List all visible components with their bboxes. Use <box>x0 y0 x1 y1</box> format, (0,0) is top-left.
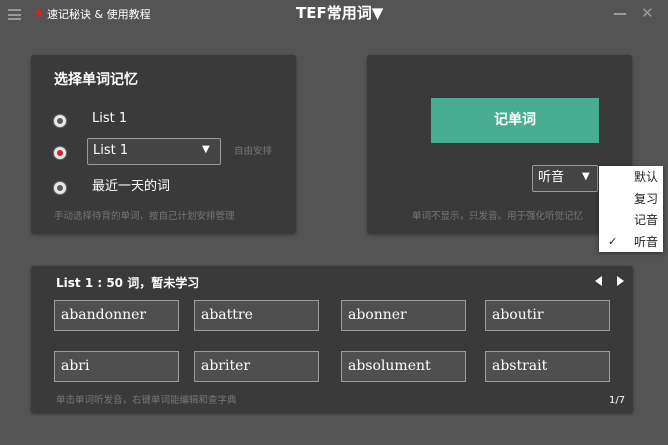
mode-dropdown-menu: 默认 复习 记音 ✓ 听音 <box>599 166 663 252</box>
memorize-panel: 记单词 听音 ▼ 单词不显示，只发音。用于强化听觉记忆 <box>367 55 632 234</box>
select-words-panel: 选择单词记忆 List 1 List 1 ▼ 自由安排 最近一天的词 手动选择待… <box>31 55 296 234</box>
word-card[interactable]: aboutir <box>485 300 610 331</box>
radio-list1-label: List 1 <box>92 111 128 126</box>
free-arrange-link[interactable]: 自由安排 <box>234 146 272 158</box>
dropdown-item-label: 复习 <box>633 192 658 206</box>
chevron-down-icon: ▼ <box>202 144 210 155</box>
title-bar: ★ 速记秘诀 & 使用教程 TEF常用词▼ ✕ <box>0 0 668 30</box>
dropdown-item-default[interactable]: 默认 <box>599 166 663 188</box>
word-card[interactable]: abandonner <box>54 300 179 331</box>
dropdown-item-label: 记音 <box>633 213 658 227</box>
memorize-panel-hint: 单词不显示，只发音。用于强化听觉记忆 <box>412 211 584 222</box>
word-card[interactable]: abri <box>54 351 179 382</box>
radio-recent-day[interactable] <box>53 181 67 195</box>
word-list-title: List 1 : 50 词，暂未学习 <box>56 276 200 290</box>
dropdown-item-listen[interactable]: ✓ 听音 <box>599 231 663 253</box>
word-list-hint: 单击单词听发音，右键单词能编辑和查字典 <box>56 395 237 406</box>
close-icon[interactable]: ✕ <box>641 6 654 21</box>
check-icon: ✓ <box>608 235 618 248</box>
word-list-panel: List 1 : 50 词，暂未学习 abandonner abattre ab… <box>31 266 633 413</box>
word-card[interactable]: abattre <box>194 300 319 331</box>
star-icon: ★ <box>33 6 45 21</box>
select-panel-title: 选择单词记忆 <box>54 72 138 88</box>
tips-tutorial-link[interactable]: 速记秘诀 & 使用教程 <box>47 8 151 22</box>
list-select-value: List 1 <box>93 143 129 158</box>
memorize-button[interactable]: 记单词 <box>431 98 599 143</box>
dropdown-item-review[interactable]: 复习 <box>599 188 663 210</box>
radio-custom-list[interactable] <box>53 146 67 160</box>
list-select[interactable]: List 1 ▼ <box>87 138 221 165</box>
prev-page-icon[interactable] <box>595 276 602 286</box>
dropdown-item-label: 默认 <box>633 170 658 184</box>
next-page-icon[interactable] <box>617 276 624 286</box>
word-card[interactable]: abonner <box>341 300 466 331</box>
word-card[interactable]: abriter <box>194 351 319 382</box>
word-card[interactable]: abstrait <box>485 351 610 382</box>
chevron-down-icon: ▼ <box>582 171 590 182</box>
menu-icon[interactable] <box>8 9 21 20</box>
mode-select-value: 听音 <box>538 170 565 185</box>
word-card[interactable]: absolument <box>341 351 466 382</box>
dropdown-item-sound-memo[interactable]: 记音 <box>599 209 663 231</box>
page-indicator: 1/7 <box>609 395 626 406</box>
radio-recent-day-label: 最近一天的词 <box>92 179 171 194</box>
mode-select[interactable]: 听音 ▼ <box>532 165 598 192</box>
dropdown-item-label: 听音 <box>633 235 658 249</box>
minimize-icon[interactable] <box>614 13 626 15</box>
select-panel-hint: 手动选择待背的单词，按自己计划安排管理 <box>54 211 235 222</box>
app-title-dropdown[interactable]: TEF常用词▼ <box>296 4 383 22</box>
radio-list1[interactable] <box>53 114 67 128</box>
